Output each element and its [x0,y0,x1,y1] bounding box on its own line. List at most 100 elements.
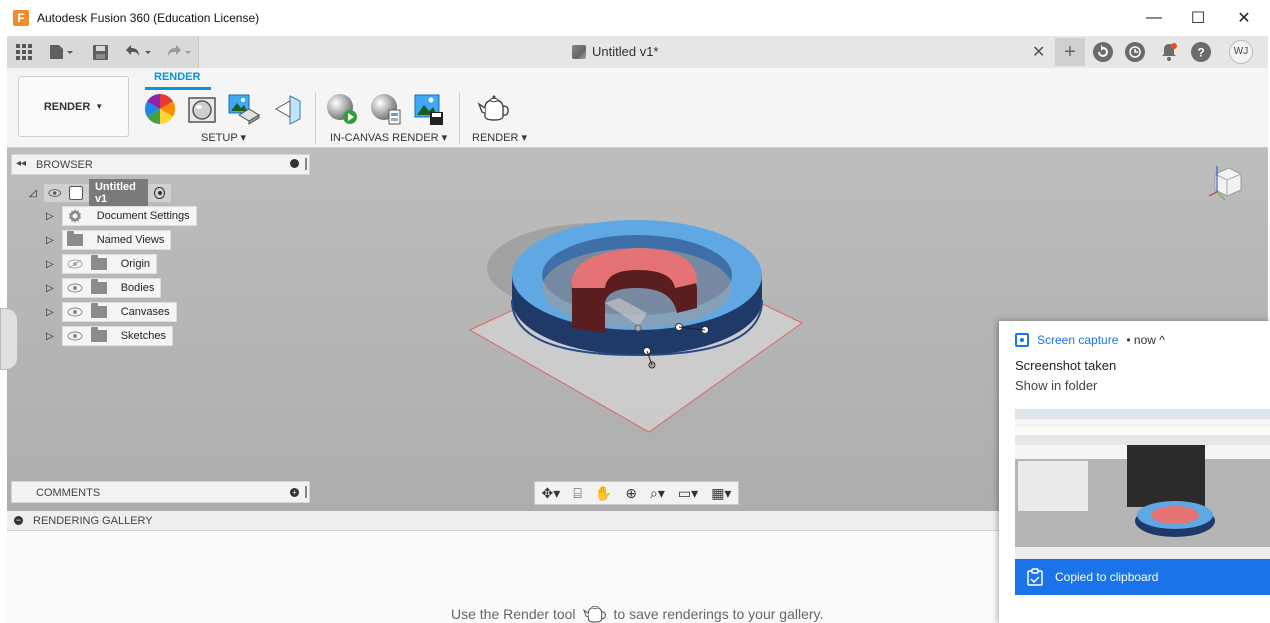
quick-access-toolbar: Untitled v1* ✕ + ? WJ [7,36,1268,68]
clipboard-label: Copied to clipboard [1055,570,1159,584]
job-status-icon[interactable] [1093,42,1113,62]
tree-node-label: Sketches [120,330,166,342]
group-label-render[interactable]: RENDER ▾ [472,131,527,144]
clipboard-icon [1027,568,1043,586]
expand-triangle-icon[interactable]: ▷ [46,211,54,222]
tree-node-label: Canvases [120,306,170,318]
visibility-eye-icon[interactable] [67,283,83,293]
hidden-eye-icon[interactable] [67,259,83,269]
redo-icon[interactable] [165,42,195,62]
tree-node[interactable]: Named Views [61,230,172,250]
tree-root-row[interactable]: ◿ Untitled v1 [29,179,172,207]
expand-triangle-icon[interactable]: ▷ [46,307,54,318]
collapse-gallery-icon[interactable]: − [14,516,23,525]
notification-source-label: Screen capture [1037,333,1119,347]
look-at-icon[interactable]: ⌸ [573,485,581,502]
tree-node[interactable]: Origin [61,254,158,274]
window-title: Autodesk Fusion 360 (Education License) [37,11,260,25]
comments-title: COMMENTS [36,487,101,499]
gallery-hint-text: Use the Render tool [451,606,576,622]
tree-node-label: Named Views [96,234,165,246]
user-avatar[interactable]: WJ [1229,40,1253,64]
browser-minimize-icon[interactable] [290,159,299,168]
ribbon-separator [459,92,460,144]
side-panel-handle[interactable] [0,308,18,370]
screenshot-thumbnail[interactable] [1015,409,1270,559]
tree-item-named-views[interactable]: ▷ Named Views [46,230,172,250]
panel-grip-icon[interactable] [305,158,307,170]
tree-node[interactable]: Document Settings [61,206,197,226]
file-menu-icon[interactable] [47,42,75,62]
browser-panel-header[interactable]: ◂◂ BROWSER [11,154,310,175]
viewcube-icon[interactable] [1207,162,1247,202]
tree-node[interactable]: Sketches [61,326,173,346]
close-tab-icon[interactable]: ✕ [1032,42,1045,62]
activate-radio-icon[interactable] [154,187,165,199]
rendering-gallery-title: RENDERING GALLERY [33,515,153,527]
group-label-in-canvas-render[interactable]: IN-CANVAS RENDER ▾ [330,131,447,144]
minimize-button[interactable]: — [1132,6,1176,30]
scene-settings-icon[interactable] [185,92,219,126]
notification-source: Screen capture • now ^ [1015,333,1165,347]
expand-triangle-icon[interactable]: ▷ [46,259,54,270]
display-settings-icon[interactable]: ▭▾ [678,485,698,502]
root-component[interactable]: Untitled v1 [42,179,172,207]
screenshot-notification[interactable]: Screen capture • now ^ Screenshot taken … [999,321,1270,623]
folder-icon [90,327,107,342]
appearance-icon[interactable] [143,92,177,126]
tree-node-label: Document Settings [96,210,190,222]
copied-to-clipboard-bar[interactable]: Copied to clipboard [1015,559,1270,595]
fusion360-window: F Autodesk Fusion 360 (Education License… [0,0,1270,623]
visibility-eye-icon[interactable] [48,188,61,198]
expand-triangle-icon[interactable]: ▷ [46,283,54,294]
expand-triangle-icon[interactable]: ▷ [46,235,54,246]
notification-time[interactable]: • now ^ [1126,333,1165,347]
zoom-icon[interactable]: ⊕ [625,485,637,502]
tree-item-bodies[interactable]: ▷ Bodies [46,278,162,298]
new-tab-button[interactable]: + [1055,38,1085,66]
tab-render[interactable]: RENDER [154,71,200,83]
in-canvas-render-icon[interactable] [325,92,359,126]
browser-title: BROWSER [36,159,93,171]
render-teapot-icon[interactable] [477,92,511,126]
collapse-triangle-icon[interactable]: ◿ [29,188,37,199]
decal-icon[interactable] [271,92,305,126]
workspace-switcher-button[interactable]: RENDER ▼ [18,76,129,137]
help-icon[interactable]: ? [1191,42,1211,62]
document-tab[interactable]: Untitled v1* [572,44,658,59]
show-in-folder-link[interactable]: Show in folder [1015,378,1097,393]
caret-down-icon: ▼ [95,102,104,111]
orbit-icon[interactable]: ✥▾ [542,485,561,502]
close-button[interactable]: ✕ [1222,6,1266,30]
visibility-eye-icon[interactable] [67,331,83,341]
notifications-bell-icon[interactable] [1159,42,1179,62]
in-canvas-render-settings-icon[interactable] [369,92,403,126]
tree-item-document-settings[interactable]: ▷ Document Settings [46,206,197,226]
document-tab-label: Untitled v1* [592,44,659,59]
capture-image-icon[interactable] [412,92,446,126]
fit-icon[interactable]: ⌕▾ [650,485,665,502]
grid-menu-icon[interactable] [15,42,33,62]
pan-hand-icon[interactable]: ✋ [595,485,612,502]
comments-panel-header[interactable]: COMMENTS + [11,481,310,503]
panel-grip-icon[interactable] [305,486,307,498]
tree-item-origin[interactable]: ▷ Origin [46,254,158,274]
visibility-eye-icon[interactable] [67,307,83,317]
save-icon[interactable] [91,42,109,62]
component-icon [69,186,83,200]
tree-item-sketches[interactable]: ▷ Sketches [46,326,173,346]
fusion-logo-icon: F [13,10,29,26]
undo-icon[interactable] [123,42,155,62]
render-teapot-icon [582,605,606,623]
texture-map-controls-icon[interactable] [227,92,261,126]
grid-settings-icon[interactable]: ▦▾ [711,485,731,502]
collapse-arrows-icon[interactable]: ◂◂ [16,158,26,169]
add-comment-icon[interactable]: + [290,488,299,497]
maximize-button[interactable]: ☐ [1176,6,1220,30]
tree-item-canvases[interactable]: ▷ Canvases [46,302,177,322]
tree-node[interactable]: Bodies [61,278,162,298]
extensions-clock-icon[interactable] [1125,42,1145,62]
tree-node[interactable]: Canvases [61,302,177,322]
group-label-setup[interactable]: SETUP ▾ [201,131,246,144]
expand-triangle-icon[interactable]: ▷ [46,331,54,342]
